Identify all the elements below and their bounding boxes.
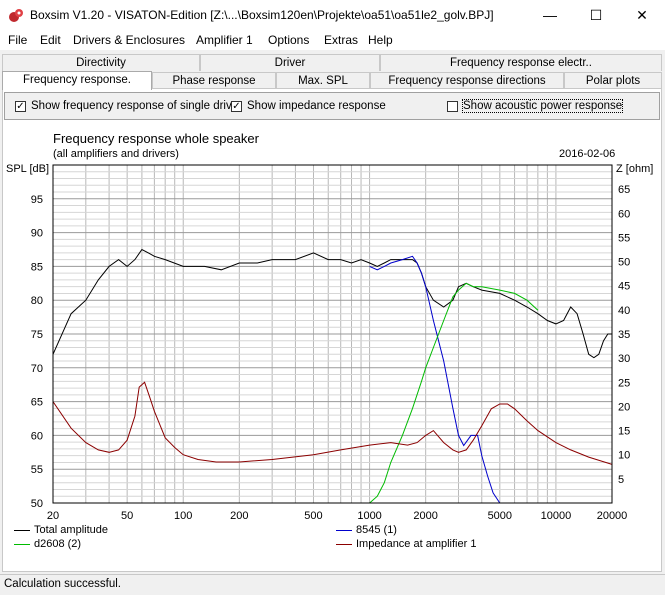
y2-tick-label: 25 [618, 377, 630, 389]
y-tick-label: 60 [31, 430, 43, 442]
legend-8545: 8545 (1) [336, 524, 397, 536]
legend-label: 8545 (1) [356, 524, 397, 536]
x-tick-label: 100 [174, 510, 192, 522]
legend-swatch [336, 543, 352, 545]
legend-label: Total amplitude [34, 524, 108, 536]
y-tick-label: 50 [31, 498, 43, 510]
y2-tick-label: 65 [618, 184, 630, 196]
legend-impedance: Impedance at amplifier 1 [336, 538, 476, 550]
x-tick-label: 20000 [597, 510, 628, 522]
y-tick-label: 55 [31, 464, 43, 476]
y2-tick-label: 55 [618, 232, 630, 244]
y-tick-label: 80 [31, 295, 43, 307]
legend-label: d2608 (2) [34, 538, 82, 550]
legend-d2608: d2608 (2) [14, 538, 81, 550]
legend-swatch [14, 529, 30, 531]
legend-swatch [14, 543, 30, 545]
y-tick-label: 65 [31, 397, 43, 409]
y-tick-label: 95 [31, 194, 43, 206]
x-tick-label: 500 [304, 510, 322, 522]
status-bar: Calculation successful. [0, 574, 665, 595]
y2-tick-label: 60 [618, 208, 630, 220]
legend-swatch [336, 529, 352, 531]
y-tick-label: 85 [31, 261, 43, 273]
legend-label: Impedance at amplifier 1 [356, 538, 477, 550]
y2-tick-label: 35 [618, 329, 630, 341]
x-tick-label: 10000 [541, 510, 572, 522]
y2-tick-label: 15 [618, 426, 630, 438]
x-tick-label: 2000 [413, 510, 437, 522]
tab-frequency-response[interactable]: Frequency response. [2, 71, 152, 90]
x-tick-label: 20 [47, 510, 59, 522]
y-tick-label: 70 [31, 363, 43, 375]
y-tick-label: 90 [31, 228, 43, 240]
series-line-0 [52, 248, 612, 359]
status-text: Calculation successful. [4, 578, 121, 590]
y2-tick-label: 10 [618, 450, 630, 462]
y2-tick-label: 50 [618, 257, 630, 269]
x-tick-label: 5000 [488, 510, 512, 522]
y2-tick-label: 40 [618, 305, 630, 317]
x-tick-label: 1000 [357, 510, 381, 522]
x-tick-label: 50 [121, 510, 133, 522]
legend-total-amplitude: Total amplitude [14, 524, 108, 536]
y2-tick-label: 5 [618, 474, 624, 486]
chart-lines [52, 248, 613, 504]
chart-axis-labels: 20 50 100 200 500 1000 2000 5000 10000 20000 50 55 6… [31, 184, 631, 522]
x-tick-label: 200 [230, 510, 248, 522]
y2-tick-label: 45 [618, 281, 630, 293]
chart-grid [53, 165, 612, 503]
y-tick-label: 75 [31, 329, 43, 341]
y2-tick-label: 30 [618, 353, 630, 365]
y2-tick-label: 20 [618, 401, 630, 413]
